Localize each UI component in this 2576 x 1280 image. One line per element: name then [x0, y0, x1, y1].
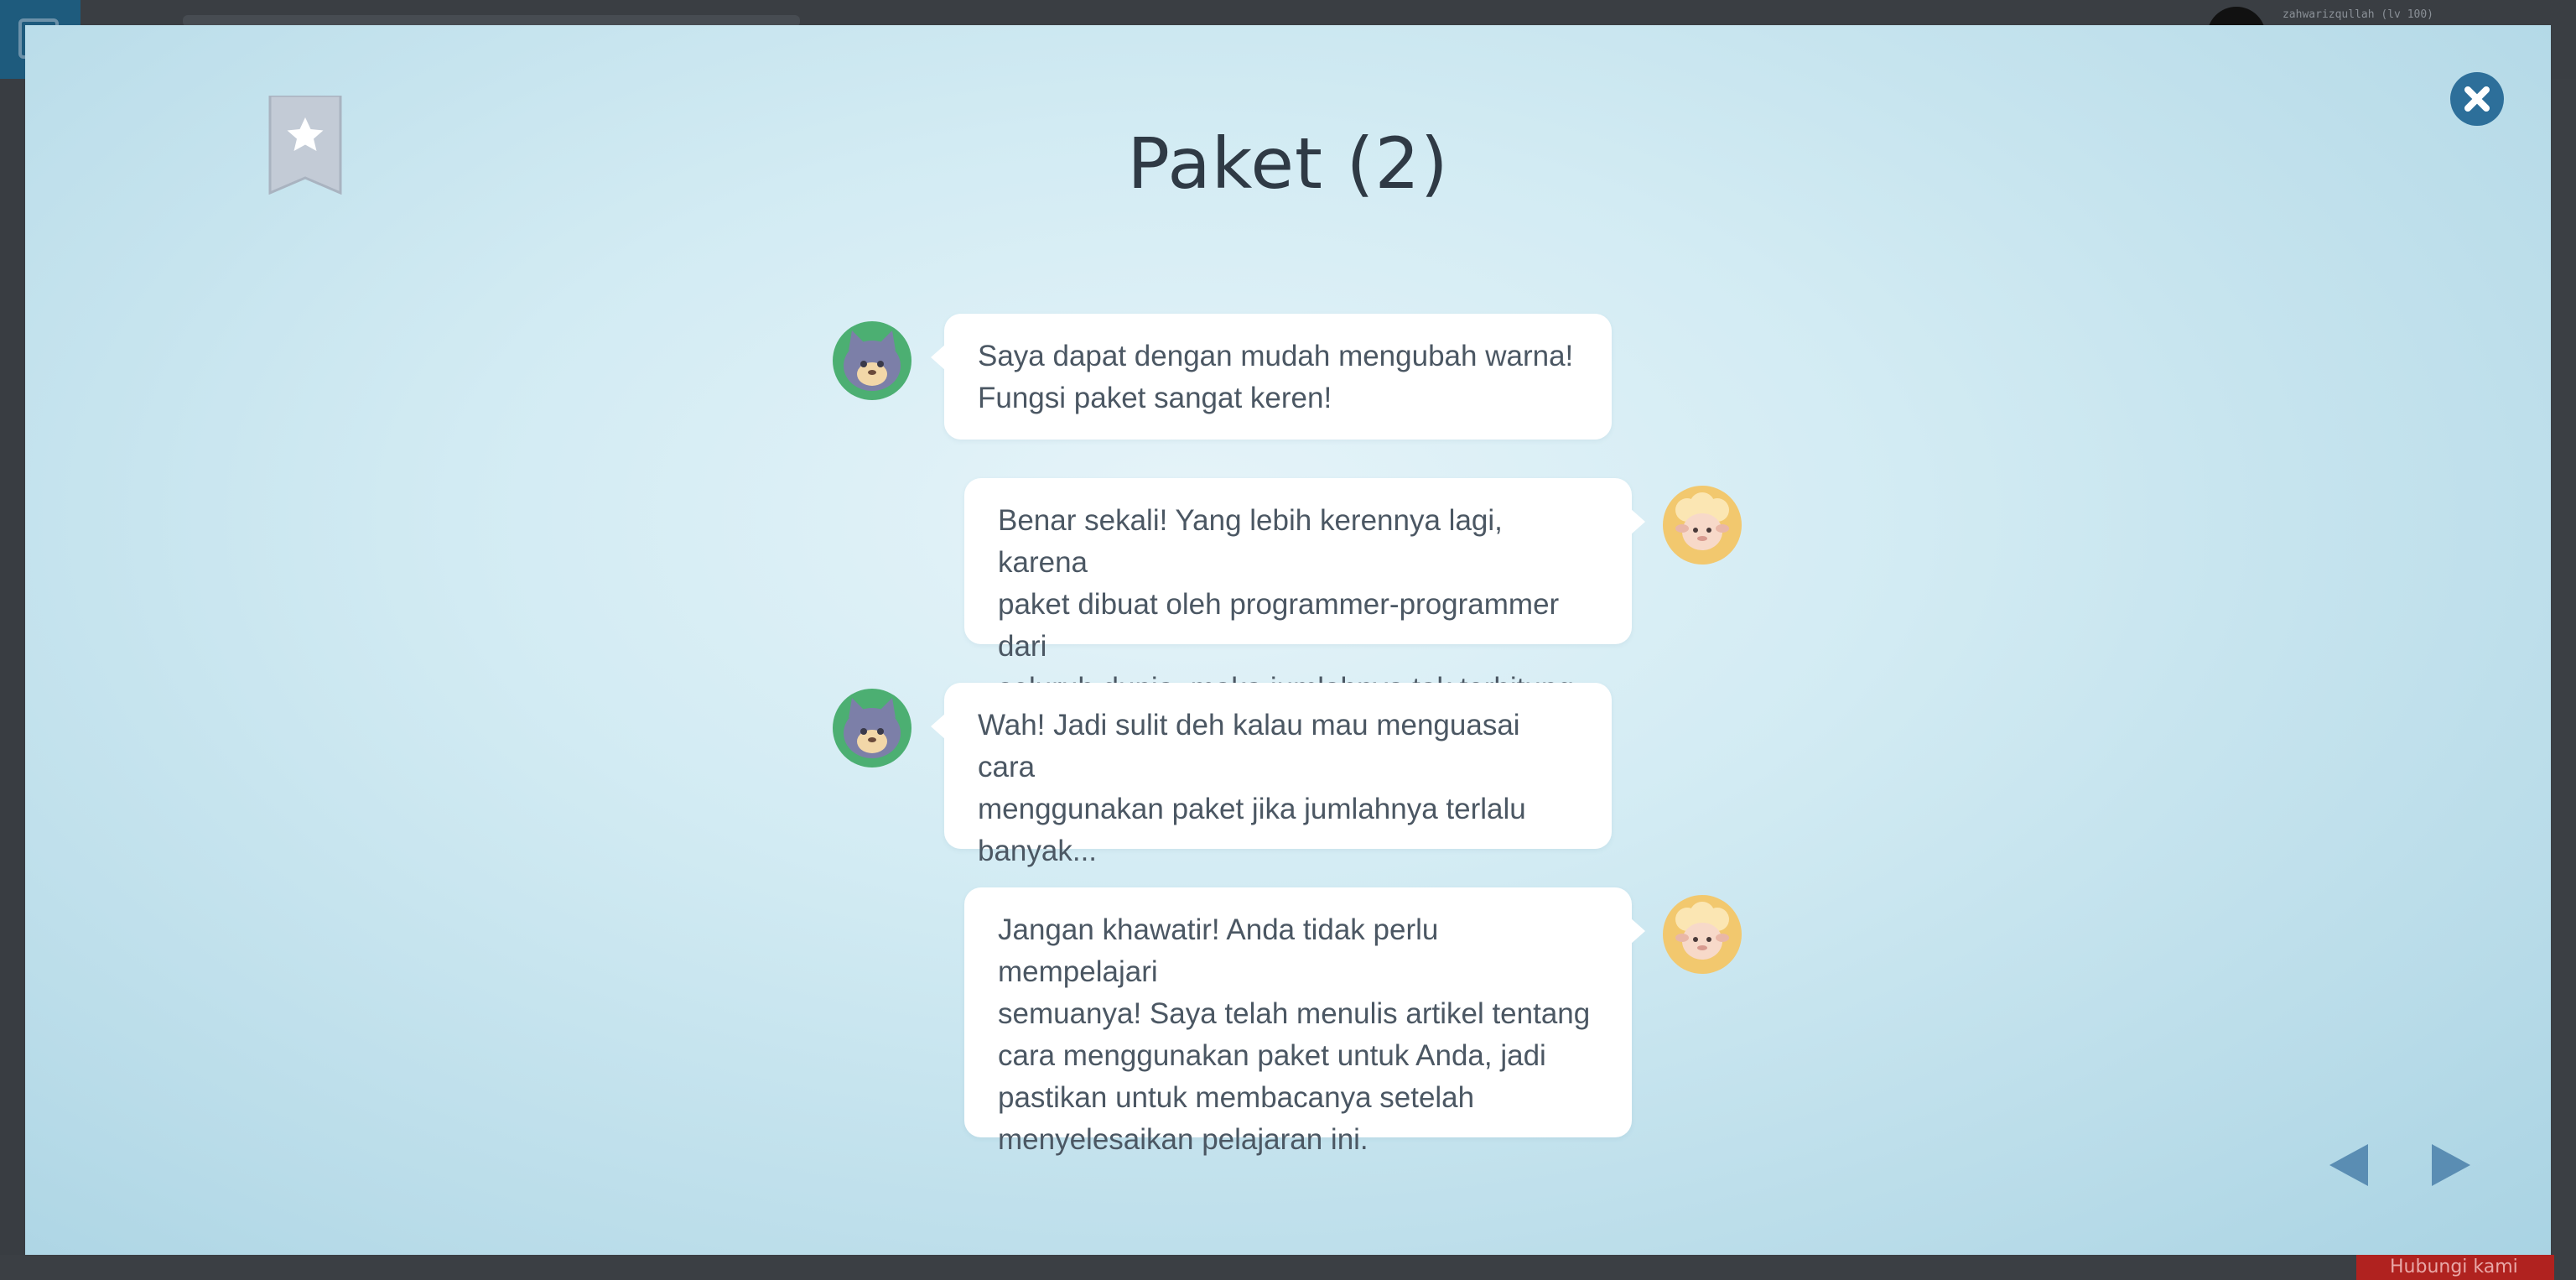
next-button[interactable]	[2432, 1144, 2470, 1186]
chat-bubble: Benar sekali! Yang lebih kerennya lagi, …	[964, 478, 1645, 705]
chat-bubble: Wah! Jadi sulit deh kalau mau menguasai …	[931, 683, 1612, 867]
chat-line: Benar sekali! Yang lebih kerennya lagi, …	[998, 504, 1503, 579]
chat-line: Wah! Jadi sulit deh kalau mau menguasai …	[978, 709, 1520, 783]
background-scrollbar	[2551, 79, 2576, 1255]
background-bottom-bar	[0, 1255, 2576, 1280]
chat-line: banyak...	[978, 835, 1098, 867]
page-title: Paket (2)	[1127, 122, 1449, 205]
sheep-avatar-icon	[1663, 895, 1742, 974]
sheep-avatar-icon	[1663, 486, 1742, 565]
user-name: zahwarizqullah (lv 100)	[2282, 8, 2433, 21]
previous-button[interactable]	[2329, 1144, 2368, 1186]
chat-line: Jangan khawatir! Anda tidak perlu mempel…	[998, 913, 1439, 988]
close-button[interactable]	[2450, 72, 2504, 126]
close-icon	[2464, 86, 2490, 112]
cat-avatar-icon	[833, 689, 911, 767]
chat-line: paket dibuat oleh programmer-programmer …	[998, 588, 1560, 663]
contact-button: Hubungi kami	[2356, 1255, 2554, 1280]
background-left-rail	[0, 79, 25, 1280]
chat-bubble: Jangan khawatir! Anda tidak perlu mempel…	[964, 887, 1645, 1156]
chat-line: menyelesaikan pelajaran ini.	[998, 1123, 1368, 1156]
chat-line: menggunakan paket jika jumlahnya terlalu	[978, 793, 1526, 825]
cat-avatar-icon	[833, 321, 911, 400]
chat-bubble: Saya dapat dengan mudah mengubah warna! …	[931, 314, 1612, 440]
lesson-modal: Paket (2) Saya dapat dengan mudah mengub…	[25, 25, 2551, 1255]
chat-line: semuanya! Saya telah menulis artikel ten…	[998, 997, 1591, 1030]
chat-line: cara menggunakan paket untuk Anda, jadi	[998, 1039, 1546, 1072]
chat-line: pastikan untuk membacanya setelah	[998, 1081, 1475, 1114]
chat-line: Saya dapat dengan mudah mengubah warna!	[978, 340, 1574, 372]
chat-line: Fungsi paket sangat keren!	[978, 382, 1332, 414]
